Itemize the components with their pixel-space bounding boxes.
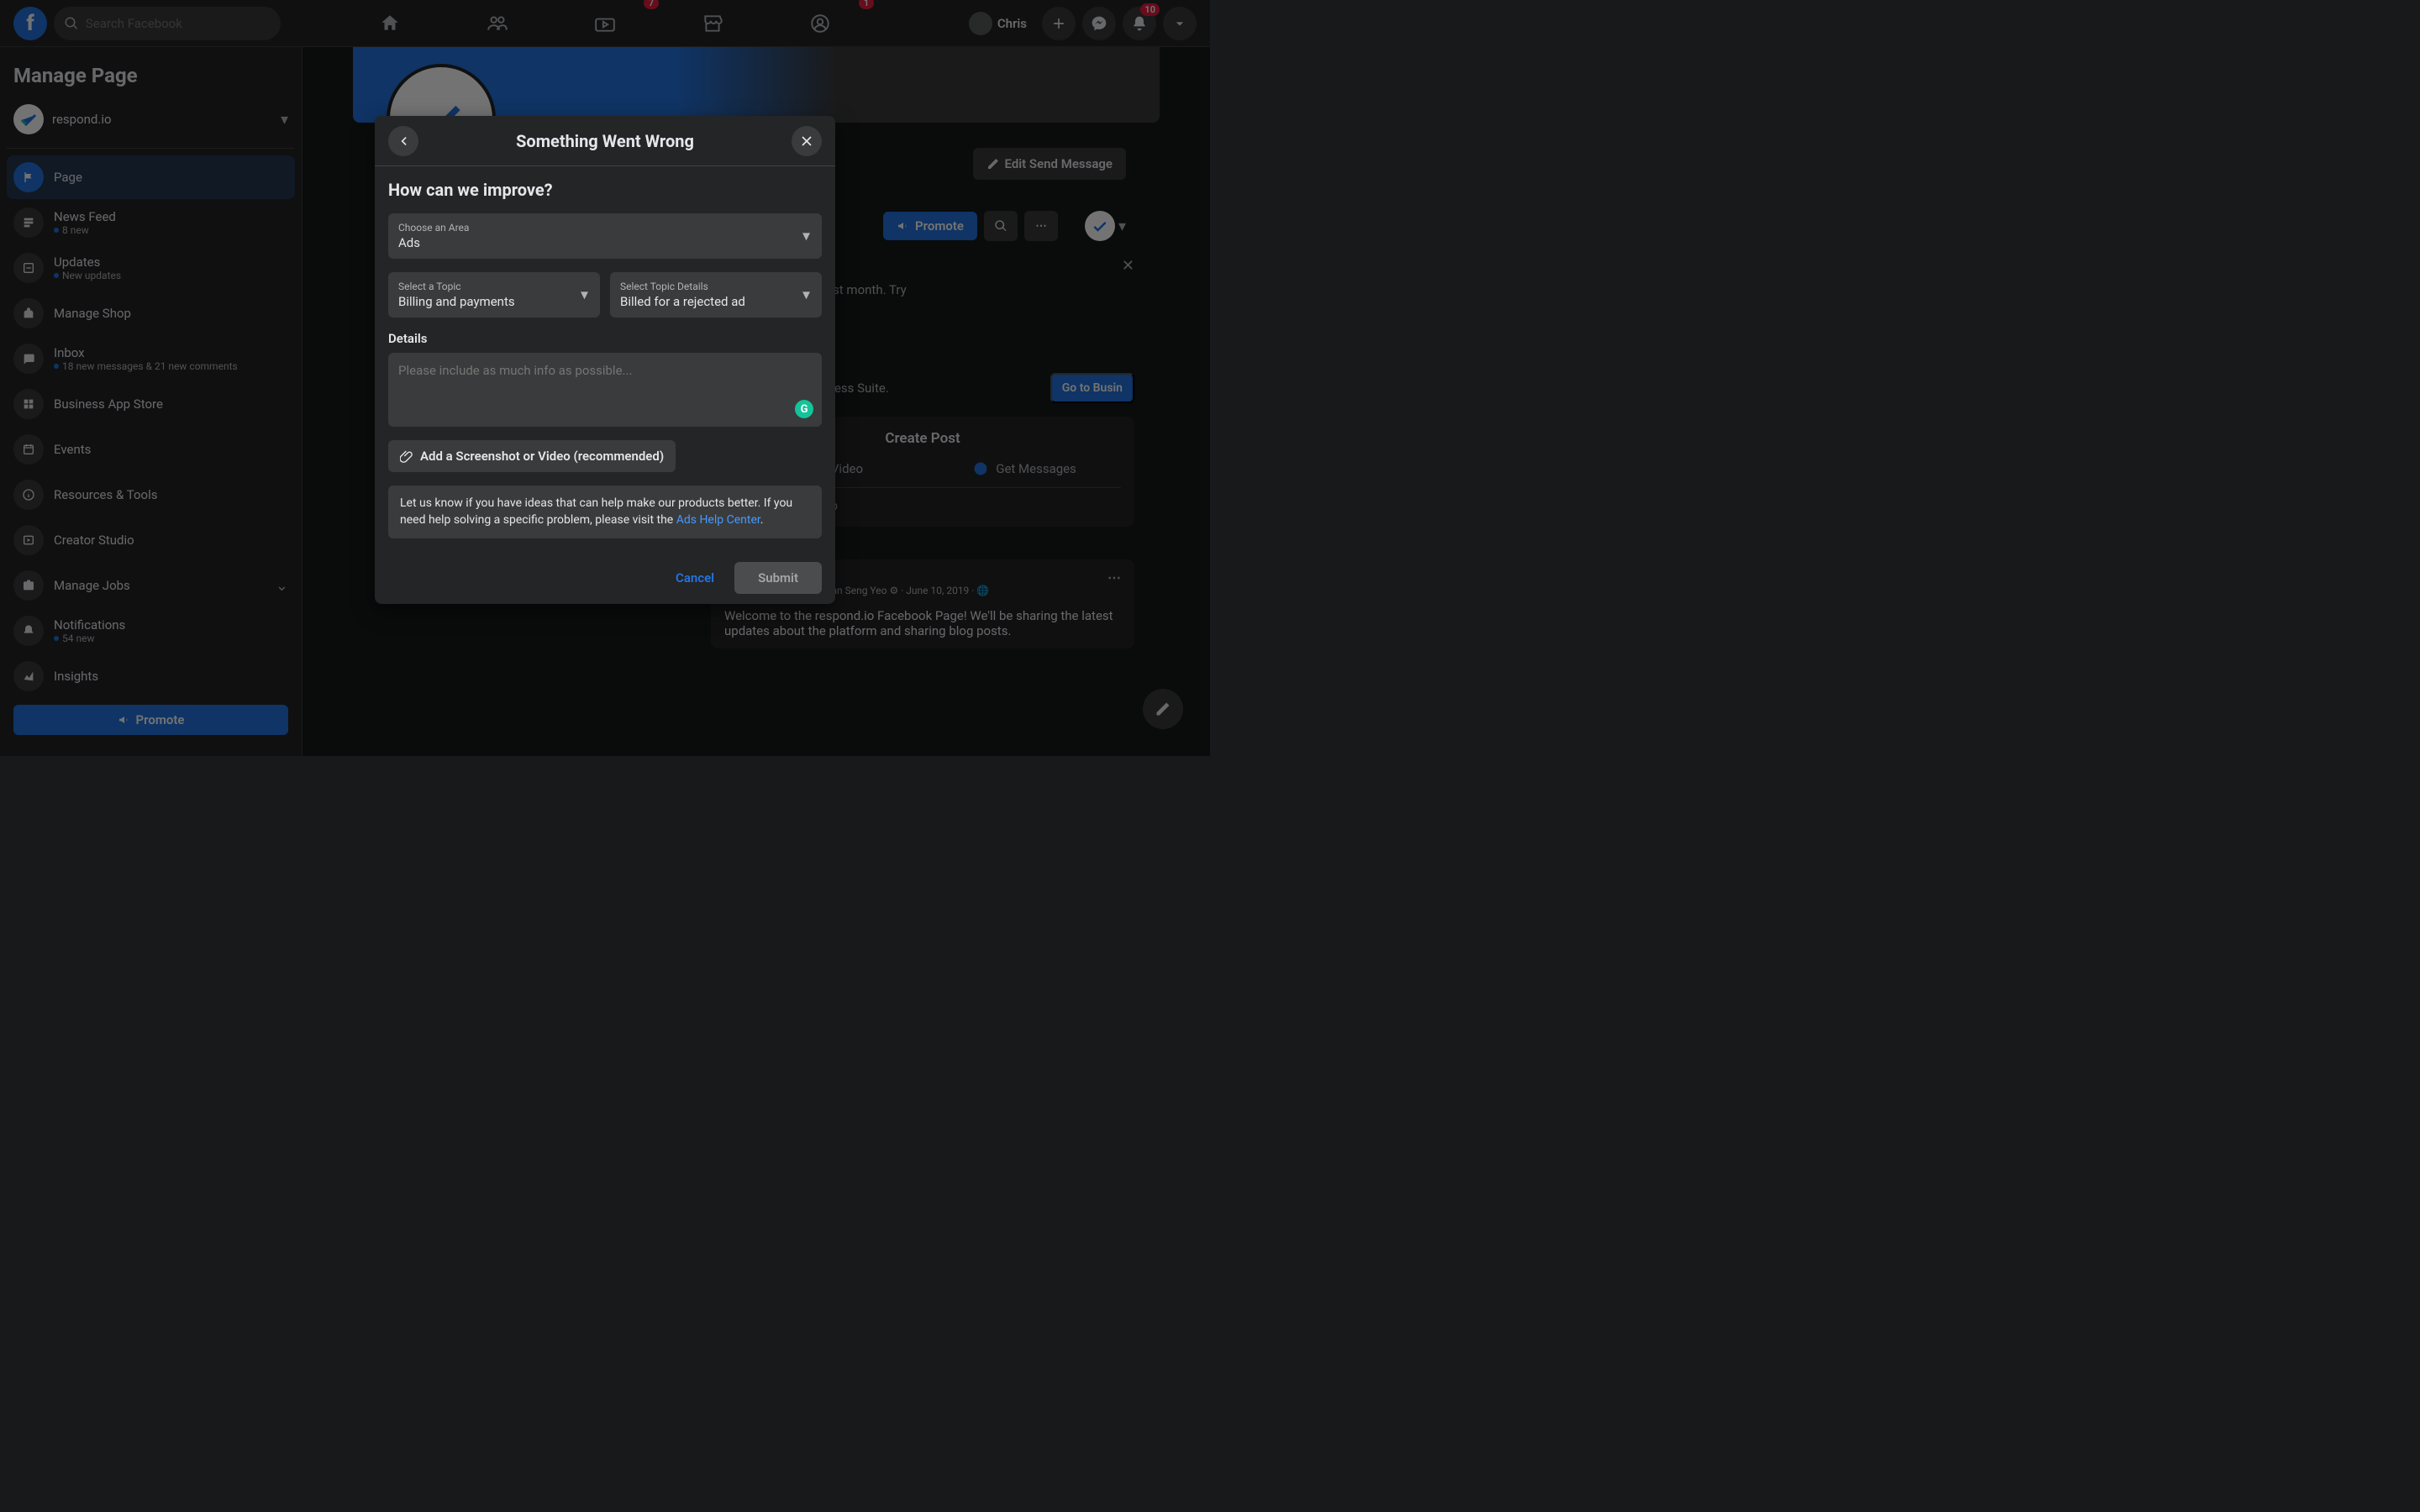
caret-down-icon: ▾ <box>802 286 810 304</box>
area-select-label: Choose an Area <box>398 222 812 234</box>
caret-down-icon: ▾ <box>581 286 588 304</box>
topic-details-select-value: Billed for a rejected ad <box>620 294 812 309</box>
add-screenshot-button[interactable]: Add a Screenshot or Video (recommended) <box>388 440 676 472</box>
cancel-button[interactable]: Cancel <box>662 562 728 594</box>
paperclip-icon <box>400 449 413 463</box>
topic-select-value: Billing and payments <box>398 294 590 309</box>
add-screenshot-label: Add a Screenshot or Video (recommended) <box>420 449 664 464</box>
feedback-modal: Something Went Wrong How can we improve?… <box>375 116 835 604</box>
submit-button[interactable]: Submit <box>734 562 822 594</box>
area-select[interactable]: Choose an Area Ads ▾ <box>388 213 822 259</box>
topic-select-label: Select a Topic <box>398 281 590 292</box>
ads-help-center-link[interactable]: Ads Help Center <box>676 513 760 527</box>
topic-select[interactable]: Select a Topic Billing and payments ▾ <box>388 272 600 318</box>
modal-body: How can we improve? Choose an Area Ads ▾… <box>375 166 835 552</box>
modal-back-button[interactable] <box>388 126 418 156</box>
close-icon <box>798 133 815 150</box>
topic-details-select[interactable]: Select Topic Details Billed for a reject… <box>610 272 822 318</box>
modal-footer: Cancel Submit <box>375 552 835 604</box>
area-select-value: Ads <box>398 235 812 250</box>
modal-header: Something Went Wrong <box>375 116 835 166</box>
caret-down-icon: ▾ <box>802 228 810 245</box>
modal-close-button[interactable] <box>792 126 822 156</box>
details-label: Details <box>388 331 822 346</box>
details-textarea-wrap: G <box>388 353 822 427</box>
grammarly-icon[interactable]: G <box>795 400 813 418</box>
help-box: Let us know if you have ideas that can h… <box>388 486 822 538</box>
section-title: How can we improve? <box>388 180 822 200</box>
modal-title: Something Went Wrong <box>516 131 694 151</box>
arrow-left-icon <box>395 133 412 150</box>
details-textarea[interactable] <box>398 363 812 393</box>
help-text-period: . <box>760 513 764 527</box>
topic-details-select-label: Select Topic Details <box>620 281 812 292</box>
